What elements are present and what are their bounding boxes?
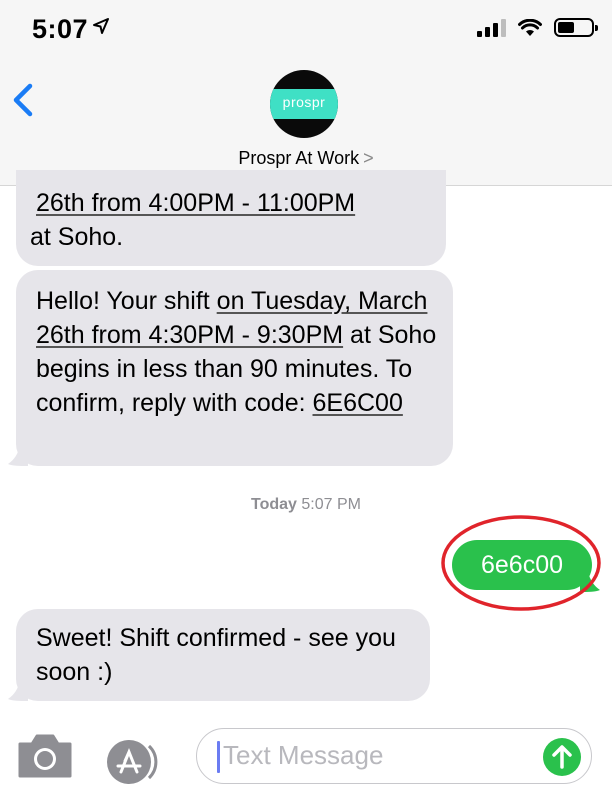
message-bubble-incoming[interactable]: 26th from 4:00PM - 11:00PM at Soho. bbox=[16, 170, 446, 266]
message-text: at Soho. bbox=[30, 223, 124, 251]
conversation-header: prospr Prospr At Work > bbox=[0, 58, 612, 186]
status-time: 5:07 bbox=[32, 14, 89, 44]
message-link[interactable]: 6E6C00 bbox=[313, 389, 403, 417]
annotation-circle bbox=[441, 515, 601, 611]
wifi-icon bbox=[518, 18, 542, 36]
message-timestamp: Today 5:07 PM bbox=[0, 496, 612, 514]
timestamp-time: 5:07 PM bbox=[301, 496, 361, 513]
status-indicators bbox=[477, 18, 598, 37]
bubble-tail bbox=[8, 681, 28, 701]
camera-icon[interactable] bbox=[16, 730, 74, 780]
avatar-logo-text: prospr bbox=[282, 94, 326, 110]
message-text: Hello! Your shift bbox=[36, 287, 217, 315]
location-arrow-icon bbox=[93, 18, 109, 34]
cellular-signal-icon bbox=[477, 18, 506, 37]
contact-name: Prospr At Work bbox=[238, 148, 360, 168]
back-chevron-icon[interactable] bbox=[8, 80, 42, 120]
app-store-icon[interactable] bbox=[105, 738, 167, 786]
chevron-right-icon: > bbox=[363, 148, 374, 168]
bubble-tail bbox=[8, 446, 28, 466]
input-placeholder: Text Message bbox=[223, 740, 384, 770]
contact-name-button[interactable]: Prospr At Work > bbox=[0, 148, 612, 169]
message-link[interactable]: 26th from 4:00PM - 11:00PM bbox=[36, 189, 355, 217]
message-bubble-incoming[interactable]: Sweet! Shift confirmed - see you soon :) bbox=[16, 609, 430, 701]
status-bar: 5:07 bbox=[0, 0, 612, 58]
timestamp-day: Today bbox=[251, 496, 297, 513]
message-text: Sweet! Shift confirmed - see you soon :) bbox=[36, 624, 396, 686]
send-button[interactable] bbox=[543, 738, 581, 776]
arrow-up-icon bbox=[552, 745, 572, 769]
message-bubble-incoming[interactable]: Hello! Your shift on Tuesday, March 26th… bbox=[16, 270, 453, 466]
text-cursor bbox=[217, 741, 220, 773]
battery-icon bbox=[554, 18, 598, 37]
contact-avatar[interactable]: prospr bbox=[270, 70, 338, 138]
message-input-bar: Text Message bbox=[0, 708, 612, 788]
text-message-input[interactable]: Text Message bbox=[196, 728, 592, 784]
